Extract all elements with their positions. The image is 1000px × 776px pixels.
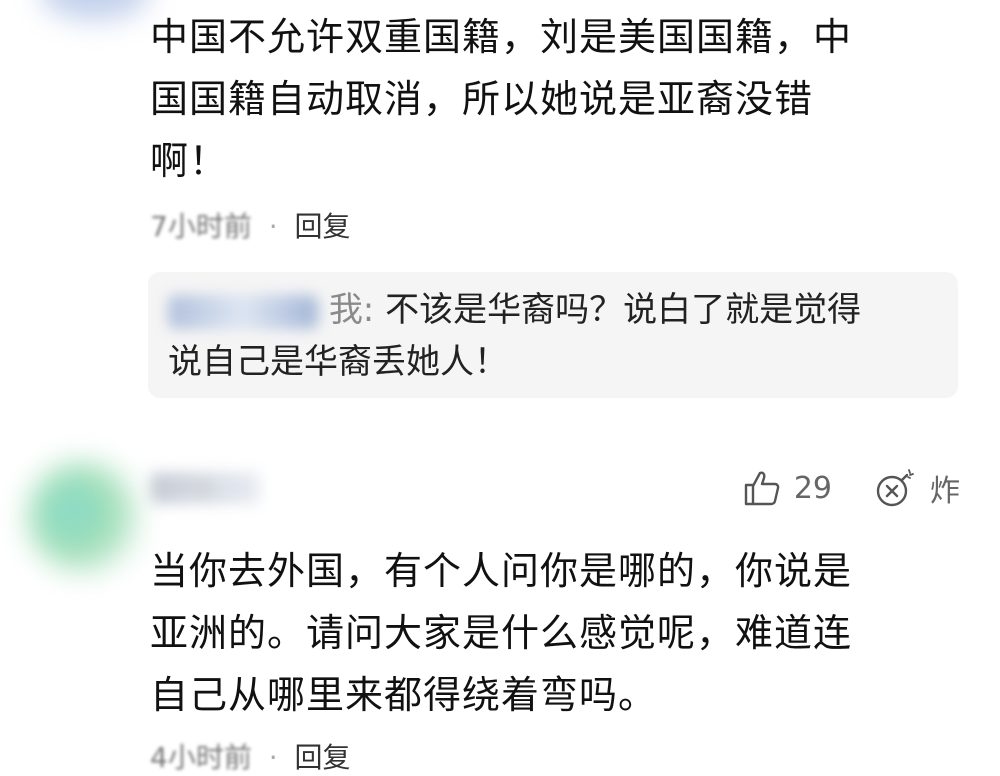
separator-dot: · [268, 741, 278, 774]
avatar[interactable] [40, 0, 150, 20]
timestamp: 4小时前 [150, 741, 252, 774]
comment-line: 自己从哪里来都得绕着弯吗。 [150, 673, 658, 717]
bomb-button[interactable]: 炸 [874, 466, 960, 510]
thumbs-up-icon [744, 471, 780, 506]
bomb-icon [876, 469, 914, 507]
reply-author-suffix[interactable]: 我: [329, 290, 374, 330]
comment-line: 国国籍自动取消，所以她说是亚裔没错 [150, 77, 814, 121]
comment-line: 啊！ [150, 139, 229, 183]
timestamp: 7小时前 [150, 210, 252, 243]
comment-line: 亚洲的。请问大家是什么感觉呢，难道连 [150, 611, 853, 655]
comment-actions: 29 炸 [742, 466, 960, 510]
reply-text-1: 不该是华裔吗？说白了就是觉得 [385, 290, 862, 330]
bomb-label: 炸 [930, 474, 960, 509]
reply-author-blurred[interactable] [168, 294, 318, 329]
reply-body: 我: 不该是华裔吗？说白了就是觉得 说自己是华裔丢她人！ [168, 284, 918, 388]
username-blurred[interactable]: 用户名 [150, 472, 260, 504]
reply-button[interactable]: 回复 [295, 741, 351, 774]
avatar[interactable] [28, 462, 138, 572]
reply-box[interactable]: 我: 不该是华裔吗？说白了就是觉得 说自己是华裔丢她人！ [148, 272, 958, 398]
reply-line: 说自己是华裔丢她人！ [168, 342, 508, 382]
comment-line: 当你去外国，有个人问你是哪的，你说是 [150, 549, 853, 593]
username: 用户名 [150, 478, 217, 503]
comment-meta: 7小时前 · 回复 [150, 205, 351, 245]
reply-line: 我: 不该是华裔吗？说白了就是觉得 [168, 284, 918, 336]
like-count: 29 [793, 470, 832, 506]
reply-button[interactable]: 回复 [295, 210, 351, 243]
comment-line: 中国不允许双重国籍，刘是美国国籍，中 [150, 15, 853, 59]
comment-meta: 4小时前 · 回复 [150, 736, 351, 776]
comment-body: 中国不允许双重国籍，刘是美国国籍，中 国国籍自动取消，所以她说是亚裔没错 啊！ [150, 6, 852, 192]
separator-dot: · [268, 210, 278, 243]
comment-body: 当你去外国，有个人问你是哪的，你说是 亚洲的。请问大家是什么感觉呢，难道连 自己… [150, 540, 852, 726]
like-button[interactable]: 29 [742, 468, 874, 508]
